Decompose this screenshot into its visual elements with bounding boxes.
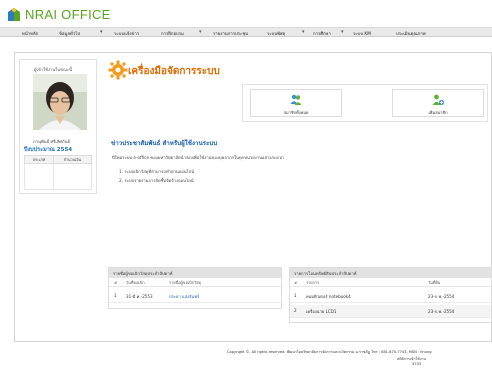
row-num: 2 [294, 308, 297, 313]
current-user-caption: ผู้เข้าใช้งานในขณะนี้ [34, 67, 73, 72]
budget-table: ประเภท จำนวนเงิน [24, 155, 93, 190]
chevron-down-icon[interactable]: ▾ [341, 29, 344, 35]
budget-col-amount: จำนวนเงิน [52, 155, 93, 164]
table-row: 2 เครื่องฉาย LCD1 23-ก.พ.-2554 [290, 305, 491, 318]
asset-table-title: รายการโอนทรัพย์สินประจำสัปดาห์ [290, 268, 491, 278]
nav-item-education[interactable]: การศึกษา [313, 30, 331, 37]
footer-visit-count: 4703 [412, 362, 422, 366]
gear-icon [108, 60, 128, 80]
row-num: 1 [294, 293, 297, 298]
fiscal-year-label: ปีงบประมาณ 2554 [24, 147, 73, 153]
col-date: วันที่ขอเบิก [126, 280, 145, 285]
row-date: 31-มี.ค.-2553 [126, 294, 153, 299]
nav-item-meeting-reports[interactable]: รายงานการประชุม [213, 30, 248, 37]
col-item: รายการ [306, 280, 320, 285]
budget-cell [52, 163, 93, 190]
budget-col-type: ประเภท [24, 155, 54, 164]
news-list: 1. ระบบเบิกวัสดุที่สามารถทำผ่านออนไลน์ 2… [119, 168, 194, 186]
asset-table-header: # รายการ วันที่ยืม [290, 278, 491, 287]
row-item[interactable]: เครื่องฉาย LCD1 [306, 308, 336, 315]
news-body: ปีใหม่ระบบ e-office ของมหาวิทยาลัยนำร่อง… [112, 155, 284, 160]
chevron-down-icon[interactable]: ▾ [199, 29, 202, 35]
brand-title[interactable]: NRAI OFFICE [25, 7, 111, 22]
table-row: 1 31-มี.ค.-2553 ประยา แสงจันทร์ [109, 290, 281, 303]
nav-item-training[interactable]: การฝึกอบรม [161, 30, 184, 37]
all-members-button[interactable]: สมาชิกทั้งหมด [250, 89, 342, 117]
requests-table-title: รายชื่อผู้ขอเบิกวัสดุประจำสัปดาห์ [109, 268, 281, 278]
nrai-logo-icon [7, 6, 21, 22]
avatar [33, 74, 87, 130]
nav-item-quality-assessment[interactable]: ประเมินคุณภาพ [396, 30, 426, 37]
news-list-item: 1. ระบบเบิกวัสดุที่สามารถทำผ่านออนไลน์ [119, 169, 195, 174]
col-borrow-date: วันที่ยืม [428, 280, 441, 285]
profile-name: ภานุพันธ์ ศรีเลิศกันย์ [33, 139, 70, 144]
news-heading: ข่าวประชาสัมพันธ์ สำหรับผู้ใช้งานระบบ [111, 140, 218, 147]
user-photo-icon [33, 74, 87, 130]
all-members-label: สมาชิกทั้งหมด [283, 110, 309, 115]
row-date: 23-ก.พ.-2554 [428, 294, 455, 299]
row-num: 1 [114, 293, 117, 298]
main-navigation: หน้าหลัก ข้อมูลทั่วไป ▾ ระบบแจ้งข่าว การ… [0, 27, 492, 37]
news-list-item: 2. ระบบรายงานการจัดซื้อจัดจ้างออนไลน์ [119, 178, 194, 183]
nav-item-general-info[interactable]: ข้อมูลทั่วไป [59, 30, 80, 37]
budget-cell [24, 163, 54, 190]
requests-table: รายชื่อผู้ขอเบิกวัสดุประจำสัปดาห์ # วันท… [108, 267, 282, 309]
col-requester: รายชื่อผู้ขอเบิกวัสดุ [169, 280, 202, 285]
col-num: # [114, 280, 118, 285]
add-member-button[interactable]: เพิ่มสมาชิก [392, 89, 484, 117]
asset-transfer-table: รายการโอนทรัพย์สินประจำสัปดาห์ # รายการ … [289, 267, 492, 323]
add-member-label: เพิ่มสมาชิก [428, 110, 448, 115]
nav-item-km[interactable]: ระบบ KM [353, 30, 371, 37]
table-row: 1 คอมพิวเตอร์ notebook4 23-ก.พ.-2554 [290, 290, 491, 303]
add-user-icon [432, 94, 445, 106]
nav-item-home[interactable]: หน้าหลัก [22, 30, 38, 37]
nav-item-news-system[interactable]: ระบบแจ้งข่าว [114, 30, 139, 37]
requests-table-header: # วันที่ขอเบิก รายชื่อผู้ขอเบิกวัสดุ [109, 278, 281, 287]
requester-link[interactable]: ประยา แสงจันทร์ [169, 293, 199, 300]
chevron-down-icon[interactable]: ▾ [100, 29, 103, 35]
row-date: 23-ก.พ.-2554 [428, 309, 455, 314]
chevron-down-icon[interactable]: ▾ [302, 29, 305, 35]
page-title: เครื่องมือจัดการระบบ [128, 66, 220, 77]
col-num: # [294, 280, 298, 285]
nav-item-supplies[interactable]: ระบบพัสดุ [267, 30, 285, 37]
users-icon [290, 94, 302, 105]
app-header: NRAI OFFICE [0, 0, 492, 27]
row-item[interactable]: คอมพิวเตอร์ notebook4 [306, 293, 351, 300]
footer-copyright: Copyright ©. All rights reserved. พัฒนาโ… [227, 350, 432, 354]
